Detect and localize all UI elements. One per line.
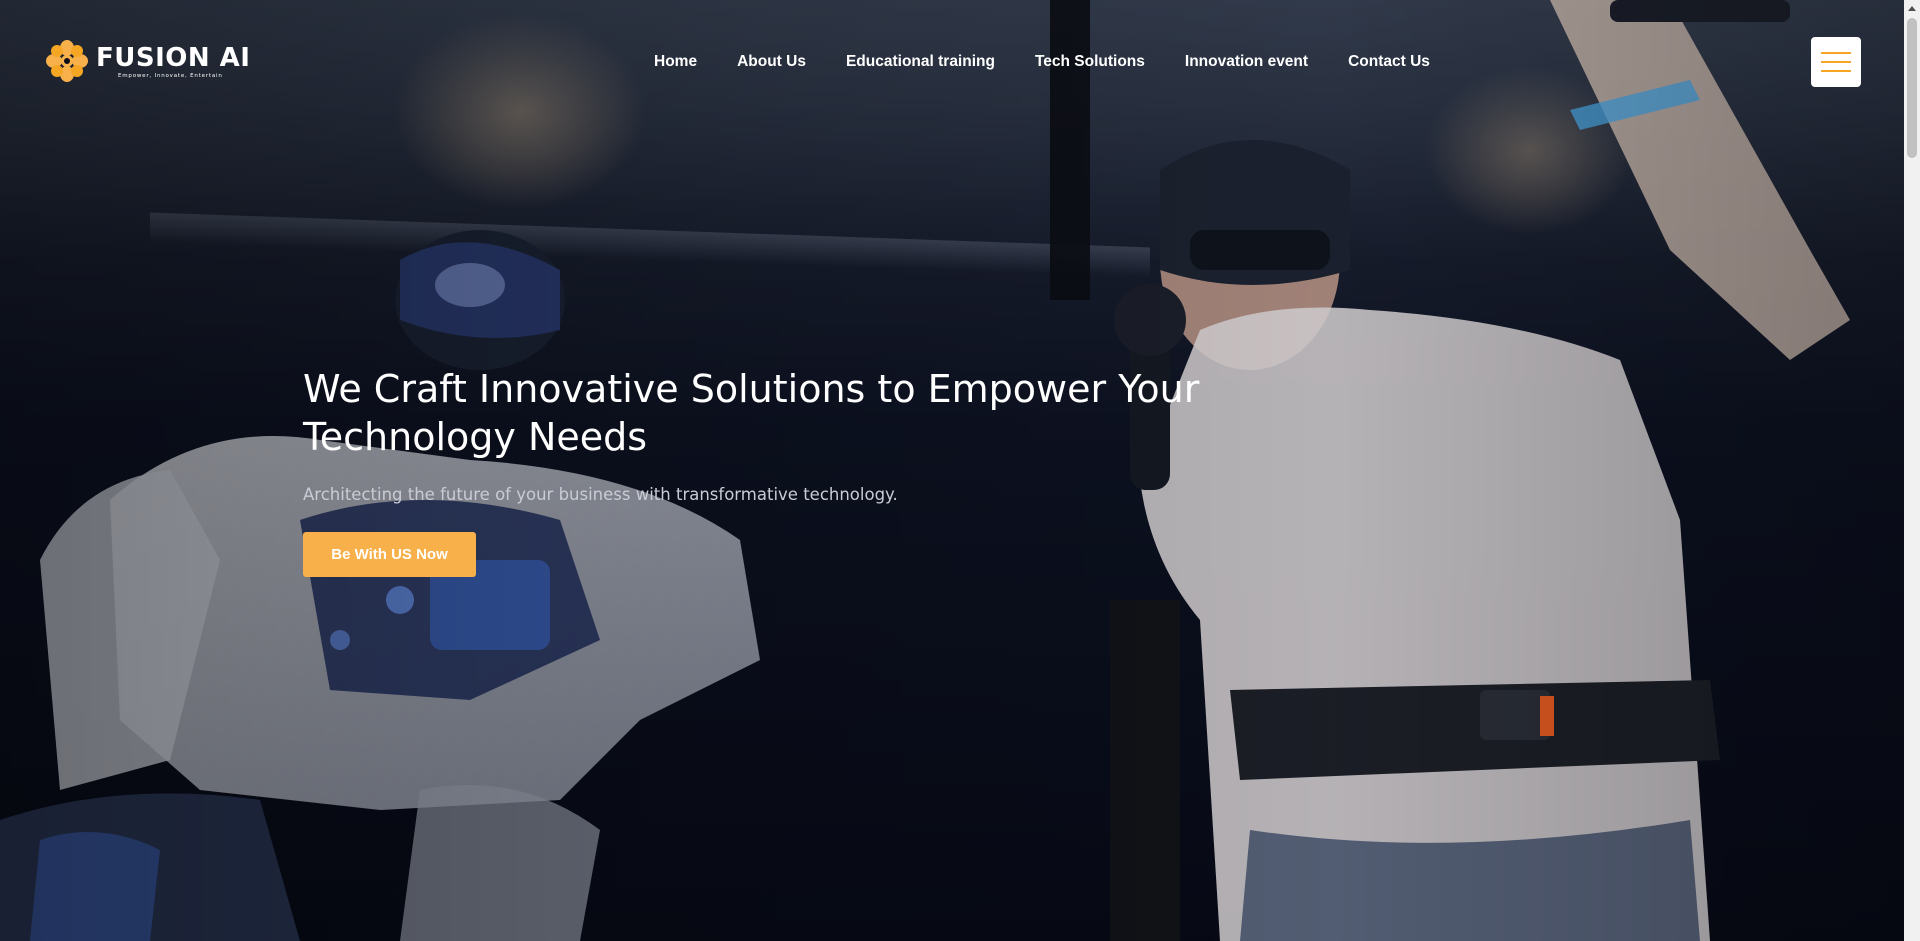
nav-innovation-event[interactable]: Innovation event — [1185, 52, 1308, 72]
hero-background — [0, 0, 1904, 941]
hero-headline: We Craft Innovative Solutions to Empower… — [303, 367, 1200, 459]
hamburger-icon-line — [1821, 70, 1851, 72]
brand-text: FUSION AI Empower, Innovate, Entertain — [96, 44, 250, 79]
brand-name: FUSION AI — [96, 42, 251, 73]
nav-contact-us[interactable]: Contact Us — [1348, 52, 1430, 72]
scroll-thumb[interactable] — [1907, 18, 1917, 158]
hero-overlay — [0, 0, 1904, 941]
flower-logo-icon — [46, 40, 88, 82]
hamburger-menu-button[interactable] — [1811, 37, 1861, 87]
brand-logo[interactable]: FUSION AI Empower, Innovate, Entertain — [44, 38, 250, 84]
page-scrollbar[interactable] — [1904, 0, 1920, 941]
nav-home[interactable]: Home — [654, 52, 697, 72]
hamburger-icon-line — [1821, 52, 1851, 54]
hamburger-icon-line — [1821, 61, 1851, 63]
nav-about-us[interactable]: About Us — [737, 52, 806, 72]
nav-tech-solutions[interactable]: Tech Solutions — [1035, 52, 1145, 72]
brand-tagline: Empower, Innovate, Entertain — [118, 72, 223, 79]
scroll-up-arrow-icon[interactable] — [1904, 0, 1920, 16]
be-with-us-button[interactable]: Be With US Now — [303, 532, 476, 577]
hero-subheadline: Architecting the future of your business… — [303, 485, 898, 504]
nav-educational-training[interactable]: Educational training — [846, 52, 995, 72]
main-nav: Home About Us Educational training Tech … — [654, 52, 1470, 72]
